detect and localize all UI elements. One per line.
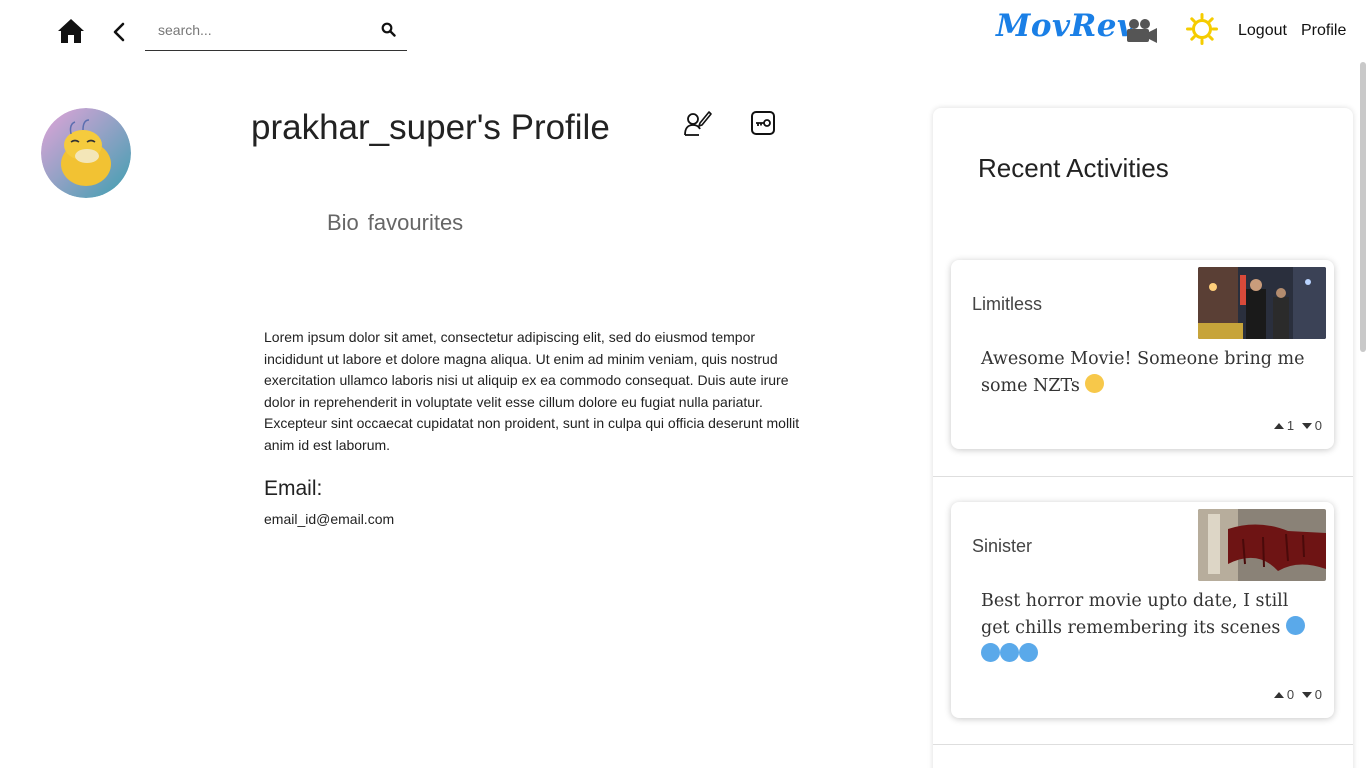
downvote-count: 0 [1314,687,1322,702]
email-value: email_id@email.com [264,511,395,527]
recent-activities-panel: Recent Activities Limitless Awesome Movi… [933,108,1353,768]
tab-favourites[interactable]: favourites [368,210,463,235]
vote-counter: 0 0 [1270,687,1322,702]
camera-icon [1127,19,1157,43]
review-text: Awesome Movie! Someone bring me some NZT… [981,349,1305,396]
downvote-icon[interactable] [1301,692,1312,699]
review-text: Best horror movie upto date, I still get… [981,591,1289,638]
email-heading: Email: [264,477,323,500]
cold-face-emoji-icon [981,643,1000,662]
upvote-icon[interactable] [1273,423,1284,430]
upvote-count: 1 [1286,418,1295,433]
activity-card-limitless[interactable]: Limitless Awesome Movie! Someone bring m… [951,260,1334,449]
activity-card-sinister[interactable]: Sinister Best horror movie upto date, I … [951,502,1334,718]
search-input[interactable] [158,20,373,40]
activity-review: Best horror movie upto date, I still get… [981,588,1321,669]
back-icon[interactable] [110,21,128,43]
profile-link[interactable]: Profile [1301,22,1346,40]
search-icon[interactable] [381,22,396,37]
profile-tabs: Bio favourites [327,210,463,236]
activity-movie-title[interactable]: Limitless [972,294,1042,315]
activity-review: Awesome Movie! Someone bring me some NZT… [981,346,1321,400]
sun-icon[interactable] [1186,13,1218,45]
movie-thumbnail[interactable] [1198,509,1326,581]
downvote-count: 0 [1314,418,1322,433]
upvote-count: 0 [1286,687,1295,702]
logout-link[interactable]: Logout [1238,22,1287,40]
avatar [41,108,131,198]
top-navbar: MovRev Logout Profile [0,0,1366,62]
downvote-icon[interactable] [1301,423,1312,430]
search-bar [145,10,407,51]
cold-face-emoji-icon [1000,643,1019,662]
activity-divider [933,476,1353,477]
tab-bio[interactable]: Bio [327,210,359,235]
key-icon[interactable] [750,110,776,136]
bio-text: Lorem ipsum dolor sit amet, consectetur … [264,329,800,453]
upvote-icon[interactable] [1273,692,1284,699]
recent-activities-heading: Recent Activities [978,153,1169,183]
activity-divider [933,744,1353,745]
page-scrollbar[interactable] [1360,62,1366,352]
cold-face-emoji-icon [1019,643,1038,662]
smile-emoji-icon [1085,374,1105,393]
page-title: prakhar_super's Profile [251,108,610,147]
cold-face-emoji-icon [1285,616,1305,635]
movie-thumbnail[interactable] [1198,267,1326,339]
edit-profile-icon[interactable] [683,108,713,138]
home-icon[interactable] [57,18,85,44]
activity-movie-title[interactable]: Sinister [972,536,1032,557]
vote-counter: 1 0 [1270,418,1322,433]
brand-logo[interactable]: MovRev [996,8,1136,44]
